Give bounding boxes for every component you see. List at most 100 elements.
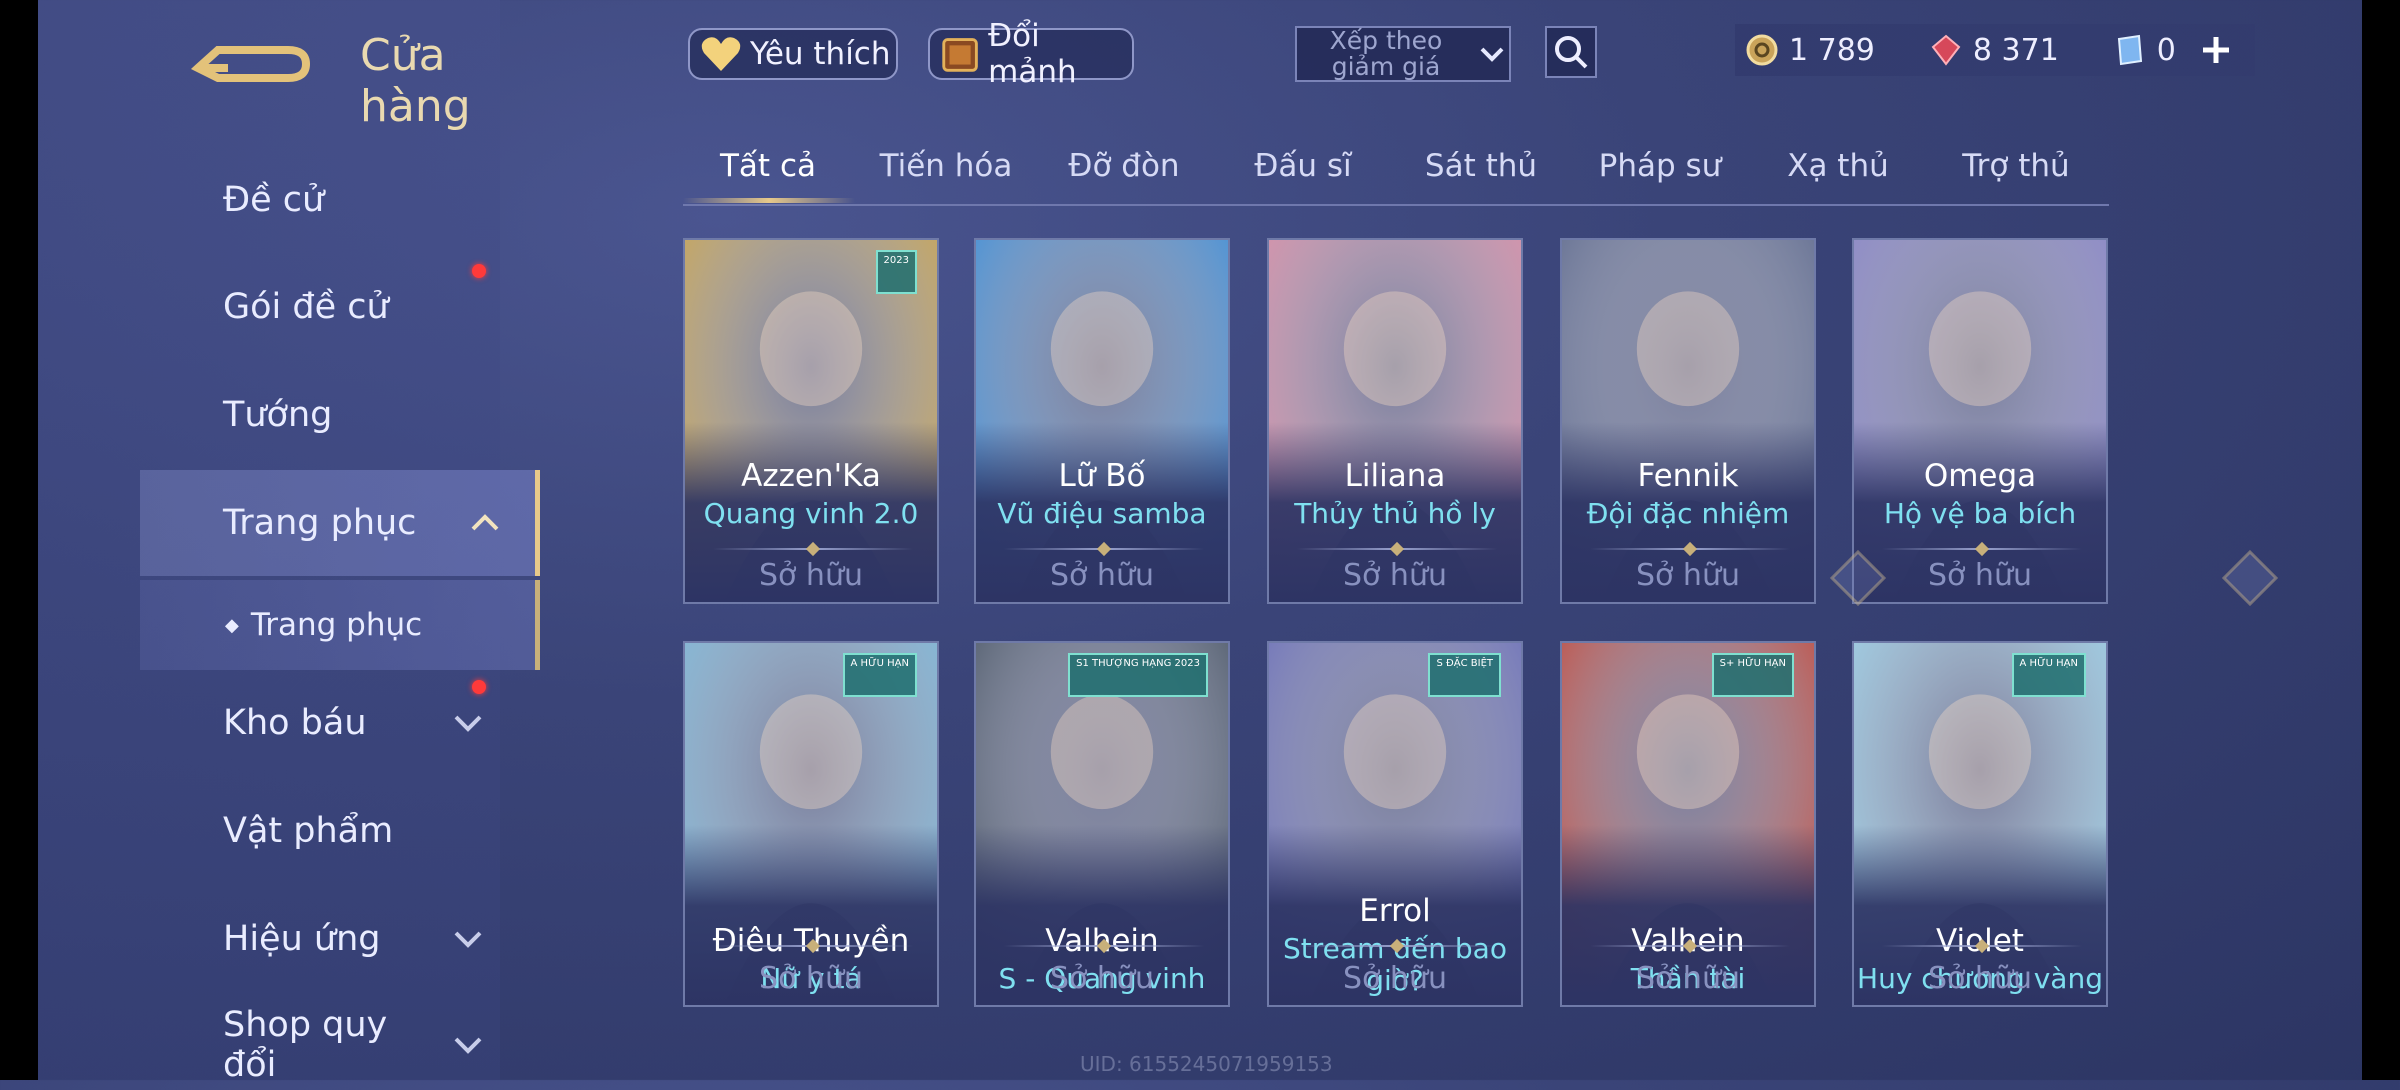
chevron-down-icon xyxy=(454,1037,482,1054)
voucher-amount: 0 xyxy=(2156,32,2176,68)
sidebar-item-label: Kho báu xyxy=(223,703,367,743)
skin-name: Hộ vệ ba bích xyxy=(1883,497,2077,530)
sidebar-item-heroes[interactable]: Tướng xyxy=(118,370,518,460)
hero-name: Omega xyxy=(1923,458,2037,494)
sort-dropdown[interactable]: Xếp theo giảm giá xyxy=(1295,26,1511,82)
gold-coin-icon xyxy=(1746,34,1778,66)
hero-name: Fennik xyxy=(1637,458,1739,494)
sidebar: Cửa hàng Đề cử Gói đề cử Tướng Trang phụ… xyxy=(38,0,540,1085)
skin-name: Đội đặc nhiệm xyxy=(1586,497,1790,530)
hero-name: Errol xyxy=(1359,893,1431,929)
favorites-button[interactable]: Yêu thích xyxy=(688,28,898,80)
search-button[interactable] xyxy=(1545,26,1597,78)
skin-card[interactable]: Omega Hộ vệ ba bích Sở hữu xyxy=(1852,238,2108,604)
diamond-nav-icon xyxy=(2221,549,2279,607)
currency-gold: 1 789 xyxy=(1745,33,1875,68)
skin-card[interactable]: S1 THƯỢNG HẠNG 2023ValheinS - Quang vinh… xyxy=(974,641,1230,1007)
currency-voucher: 0 xyxy=(2113,33,2176,68)
red-gem-icon xyxy=(1931,34,1961,66)
tab-mage[interactable]: Pháp sư xyxy=(1575,148,1745,184)
tab-support[interactable]: Trợ thủ xyxy=(1931,148,2101,184)
sidebar-item-treasure[interactable]: Kho báu xyxy=(118,678,518,768)
back-arrow-icon[interactable] xyxy=(188,28,318,88)
gem-amount: 8 371 xyxy=(1972,32,2059,68)
tab-all[interactable]: Tất cả xyxy=(683,148,853,184)
diamond-nav-icon xyxy=(1829,549,1887,607)
plus-icon xyxy=(2203,37,2229,63)
tab-marksman[interactable]: Xạ thủ xyxy=(1753,148,1923,184)
sidebar-item-label: Vật phẩm xyxy=(223,811,394,851)
gold-amount: 1 789 xyxy=(1789,32,1875,68)
sidebar-item-effects[interactable]: Hiệu ứng xyxy=(118,894,518,984)
sidebar-item-recommended[interactable]: Đề cử xyxy=(118,155,518,245)
screen-edge-right xyxy=(2362,0,2400,1080)
sidebar-item-recommended-packs[interactable]: Gói đề cử xyxy=(118,262,518,352)
skin-name: Vũ điệu samba xyxy=(997,497,1207,530)
ownership-status: Sở hữu xyxy=(1636,558,1740,593)
favorites-label: Yêu thích xyxy=(750,36,891,72)
heart-icon xyxy=(701,37,741,71)
ownership-status: Sở hữu xyxy=(759,961,863,996)
skin-card[interactable]: A HỮU HẠN Điêu Thuyền Nữ y tá Sở hữu xyxy=(683,641,939,1007)
currency-bar: 1 789 8 371 0 xyxy=(1735,24,2255,76)
exchange-label: Đổi mảnh xyxy=(988,18,1077,90)
active-tab-indicator xyxy=(683,198,855,203)
uid-text: UID: 6155245071959153 xyxy=(1080,1052,1333,1076)
ownership-status: Sở hữu xyxy=(1050,961,1154,996)
skin-card[interactable]: S+ HỮU HẠNValheinThần tàiSở hữu xyxy=(1560,641,1816,1007)
sidebar-item-label: Trang phục xyxy=(223,503,417,543)
notification-dot xyxy=(472,680,486,694)
skin-card[interactable]: Fennik Đội đặc nhiệm Sở hữu xyxy=(1560,238,1816,604)
sidebar-item-label: Đề cử xyxy=(223,180,325,220)
chevron-down-icon xyxy=(454,715,482,732)
skin-card[interactable]: A HỮU HẠNVioletHuy chương vàngSở hữu xyxy=(1852,641,2108,1007)
tab-tank[interactable]: Đỡ đòn xyxy=(1039,148,1209,184)
voucher-icon xyxy=(2117,34,2142,66)
skin-name: Thủy thủ hồ ly xyxy=(1294,497,1496,530)
hero-name: Liliana xyxy=(1344,458,1446,494)
sidebar-item-label: Tướng xyxy=(223,395,333,435)
ownership-status: Sở hữu xyxy=(1343,558,1447,593)
ownership-status: Sở hữu xyxy=(1928,558,2032,593)
chevron-up-icon xyxy=(471,514,499,531)
skin-card[interactable]: 2023 Azzen'Ka Quang vinh 2.0 Sở hữu xyxy=(683,238,939,604)
skin-tier-badge: 2023 xyxy=(875,250,917,294)
fragment-chest-icon xyxy=(942,38,978,72)
ownership-status: Sở hữu xyxy=(1050,558,1154,593)
skin-name: Quang vinh 2.0 xyxy=(703,497,919,530)
chevron-down-icon xyxy=(454,931,482,948)
sidebar-item-label: Trang phục xyxy=(250,607,423,643)
chevron-down-icon xyxy=(1480,47,1504,62)
skin-tier-badge: S1 THƯỢNG HẠNG 2023 xyxy=(1068,653,1208,697)
top-up-button[interactable] xyxy=(2196,24,2236,76)
sidebar-item-label: Gói đề cử xyxy=(223,287,389,327)
tab-assassin[interactable]: Sát thủ xyxy=(1396,148,1566,184)
tab-fighter[interactable]: Đấu sĩ xyxy=(1218,148,1388,184)
skin-card[interactable]: S ĐẶC BIỆT Errol Stream đến bao giờ? Sở hữu xyxy=(1267,641,1523,1007)
sort-label: Xếp theo giảm giá xyxy=(1329,26,1443,81)
sidebar-item-items[interactable]: Vật phẩm xyxy=(118,786,518,876)
notification-dot xyxy=(472,264,486,278)
skin-card[interactable]: Lữ Bố Vũ điệu samba Sở hữu xyxy=(974,238,1230,604)
search-icon xyxy=(1555,36,1588,69)
ownership-status: Sở hữu xyxy=(1928,961,2032,996)
skin-card[interactable]: Liliana Thủy thủ hồ ly Sở hữu xyxy=(1267,238,1523,604)
screen-edge-left xyxy=(0,0,38,1080)
sidebar-item-label: Hiệu ứng xyxy=(223,919,381,959)
skin-tier-badge: A HỮU HẠN xyxy=(842,653,917,697)
hero-name: Azzen'Ka xyxy=(741,458,881,494)
bullet-icon: ◆ xyxy=(225,614,239,636)
sidebar-item-skins[interactable]: Trang phục xyxy=(140,470,540,576)
sidebar-item-exchange-shop[interactable]: Shop quy đổi xyxy=(118,1000,518,1090)
ownership-status: Sở hữu xyxy=(1343,961,1447,996)
tab-evolution[interactable]: Tiến hóa xyxy=(861,148,1031,184)
skin-tier-badge: A HỮU HẠN xyxy=(2011,653,2086,697)
ownership-status: Sở hữu xyxy=(1636,961,1740,996)
hero-name: Lữ Bố xyxy=(1058,458,1146,494)
exchange-fragments-button[interactable]: Đổi mảnh xyxy=(928,18,1134,90)
page-title: Cửa hàng xyxy=(360,30,471,132)
skin-tier-badge: S+ HỮU HẠN xyxy=(1711,653,1794,697)
skin-tier-badge: S ĐẶC BIỆT xyxy=(1428,653,1501,697)
sidebar-subitem-skins[interactable]: ◆ Trang phục xyxy=(140,580,540,670)
category-tabs: Tất cả Tiến hóa Đỡ đòn Đấu sĩ Sát thủ Ph… xyxy=(683,140,2109,206)
